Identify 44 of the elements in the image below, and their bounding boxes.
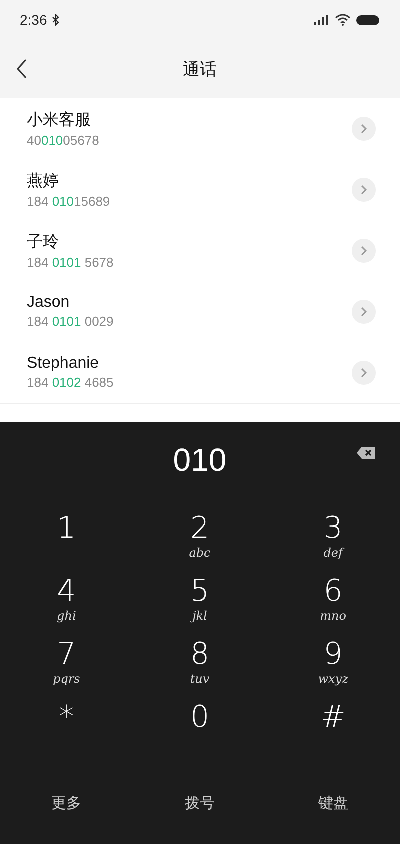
dial-key[interactable]: 6 mno: [266, 569, 400, 632]
contact-name: Stephanie: [27, 355, 100, 373]
phone-number: 184 0101 0029: [27, 314, 115, 329]
dial-key[interactable]: 7 pqrs: [0, 632, 134, 695]
chevron-icon[interactable]: [352, 360, 376, 384]
contact-name: 小米客服: [27, 110, 92, 130]
dial-key[interactable]: *: [0, 695, 134, 758]
contact-name: 燕婷: [27, 172, 60, 192]
action-button[interactable]: 键盘: [308, 788, 358, 818]
bluetooth-icon: [52, 14, 60, 26]
phone-number: 184 0102 4685: [27, 375, 115, 390]
action-button[interactable]: 拨号: [174, 788, 225, 818]
dial-key[interactable]: 4 ghi: [0, 569, 134, 632]
dial-key[interactable]: #: [266, 695, 400, 758]
entered-number: 010: [173, 442, 227, 478]
backspace-icon[interactable]: [356, 446, 376, 460]
chevron-icon[interactable]: [352, 238, 376, 262]
contact-row[interactable]: Jason 184 0101 0029: [0, 281, 400, 342]
contact-name: Jason: [27, 294, 71, 312]
back-icon[interactable]: [16, 59, 28, 79]
contact-row[interactable]: 子玲 184 0101 5678: [0, 220, 400, 281]
page-title: 通话: [183, 58, 217, 80]
contact-row[interactable]: Stephanie 184 0102 4685: [0, 342, 400, 403]
battery-icon: [356, 14, 380, 26]
phone-number: 4001005678: [27, 132, 100, 148]
dial-key[interactable]: 9 wxyz: [266, 632, 400, 695]
signal-icon: [314, 15, 330, 25]
dial-key[interactable]: 2 abc: [133, 506, 267, 569]
chevron-icon[interactable]: [352, 300, 376, 324]
contact-row[interactable]: 小米客服 4001005678: [0, 98, 400, 159]
dial-key[interactable]: 1: [0, 506, 134, 569]
chevron-icon[interactable]: [352, 116, 376, 140]
action-button[interactable]: 更多: [42, 788, 92, 818]
contact-row[interactable]: 燕婷 184 01015689: [0, 159, 400, 220]
dial-key[interactable]: 3 def: [266, 506, 400, 569]
contact-name: 子玲: [27, 232, 60, 252]
phone-number: 184 0101 5678: [27, 254, 115, 270]
wifi-icon: [335, 14, 351, 26]
chevron-icon[interactable]: [352, 178, 376, 202]
dial-key[interactable]: 5 jkl: [133, 569, 267, 632]
dial-key[interactable]: 8 tuv: [133, 632, 267, 695]
status-time: 2:36: [20, 12, 48, 28]
dial-key[interactable]: 0: [133, 695, 267, 758]
phone-number: 184 01015689: [27, 194, 112, 208]
